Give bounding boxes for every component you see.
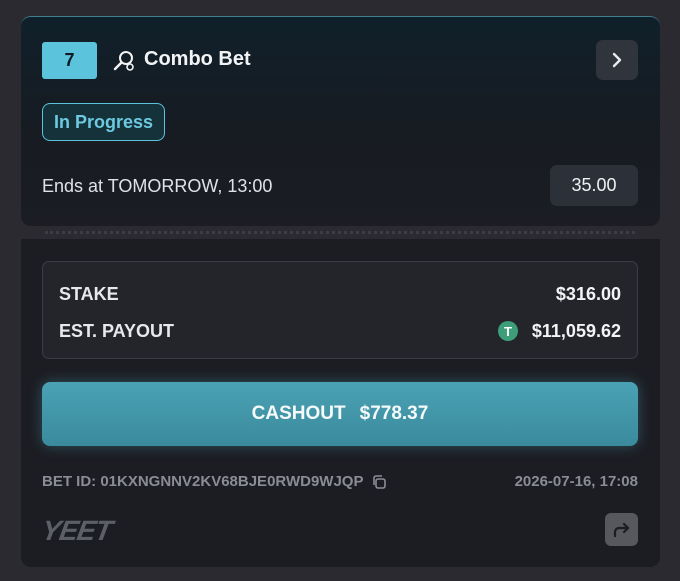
- ends-at-text: Ends at TOMORROW, 13:00: [42, 176, 273, 196]
- share-icon: [613, 522, 629, 537]
- cashout-button[interactable]: CASHOUT $778.37: [42, 382, 638, 446]
- bet-title: Combo Bet: [144, 48, 251, 70]
- combo-bet-icon: [113, 51, 134, 71]
- copy-icon[interactable]: [371, 474, 387, 490]
- share-button[interactable]: [605, 513, 638, 546]
- stake-value: $316.00: [555, 284, 621, 304]
- bet-number-badge: 7: [42, 42, 97, 79]
- open-bet-button[interactable]: [596, 40, 638, 80]
- odds-value: 35.00: [550, 165, 638, 206]
- chevron-right-icon: [612, 52, 622, 68]
- ticket-header-panel: 7 Combo Bet In Progress Ends at TOMORROW…: [21, 16, 660, 226]
- tether-icon: T: [498, 321, 518, 341]
- stake-label: STAKE: [59, 284, 119, 304]
- bet-summary-box: STAKE $316.00 EST. PAYOUT T $11,059.62: [42, 261, 638, 359]
- cashout-label: CASHOUT: [251, 403, 346, 424]
- bet-id-text: BET ID: 01KXNGNNV2KV68BJE0RWD9WJQP: [42, 473, 364, 490]
- ticket-notch-right: [636, 226, 660, 240]
- bet-date: 2026-07-16, 17:08: [514, 473, 638, 490]
- yeet-logo: YEET: [39, 515, 114, 546]
- bet-ticket: 7 Combo Bet In Progress Ends at TOMORROW…: [21, 16, 660, 567]
- perforation-divider: [45, 231, 635, 234]
- payout-label: EST. PAYOUT: [59, 321, 175, 341]
- payout-value: $11,059.62: [531, 321, 621, 341]
- cashout-amount: $778.37: [359, 403, 429, 424]
- status-badge: In Progress: [42, 103, 166, 141]
- bet-id: BET ID: 01KXNGNNV2KV68BJE0RWD9WJQP: [42, 473, 387, 490]
- ticket-notch-left: [21, 226, 45, 240]
